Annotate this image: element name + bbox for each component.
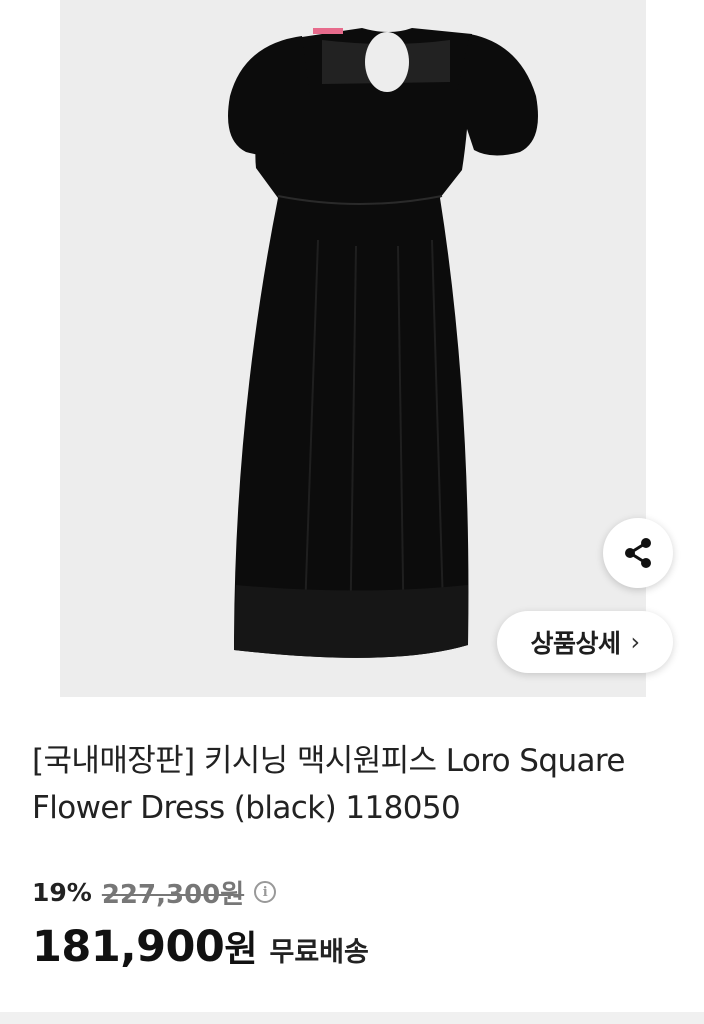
product-detail-button[interactable]: 상품상세 › xyxy=(497,611,673,673)
bottom-divider xyxy=(0,1012,704,1024)
original-price-row: 19% 227,300원 i xyxy=(32,872,277,912)
discount-rate: 19% xyxy=(32,877,92,907)
shipping-badge: 무료배송 xyxy=(269,937,369,968)
share-button[interactable] xyxy=(603,518,673,588)
chevron-right-icon: › xyxy=(630,628,640,656)
product-title: [국내매장판] 키시닝 맥시원피스 Loro Square Flower Dre… xyxy=(32,743,625,826)
sale-price-unit: 원 xyxy=(224,929,258,970)
share-icon xyxy=(625,538,651,568)
dress-illustration xyxy=(228,28,538,658)
sale-price: 181,900 xyxy=(32,922,225,972)
original-price: 227,300원 xyxy=(101,879,245,910)
product-detail-label: 상품상세 xyxy=(530,629,621,658)
sale-price-row: 181,900 원 무료배송 xyxy=(32,920,369,982)
info-icon[interactable]: i xyxy=(254,881,277,903)
product-image[interactable] xyxy=(60,0,646,697)
